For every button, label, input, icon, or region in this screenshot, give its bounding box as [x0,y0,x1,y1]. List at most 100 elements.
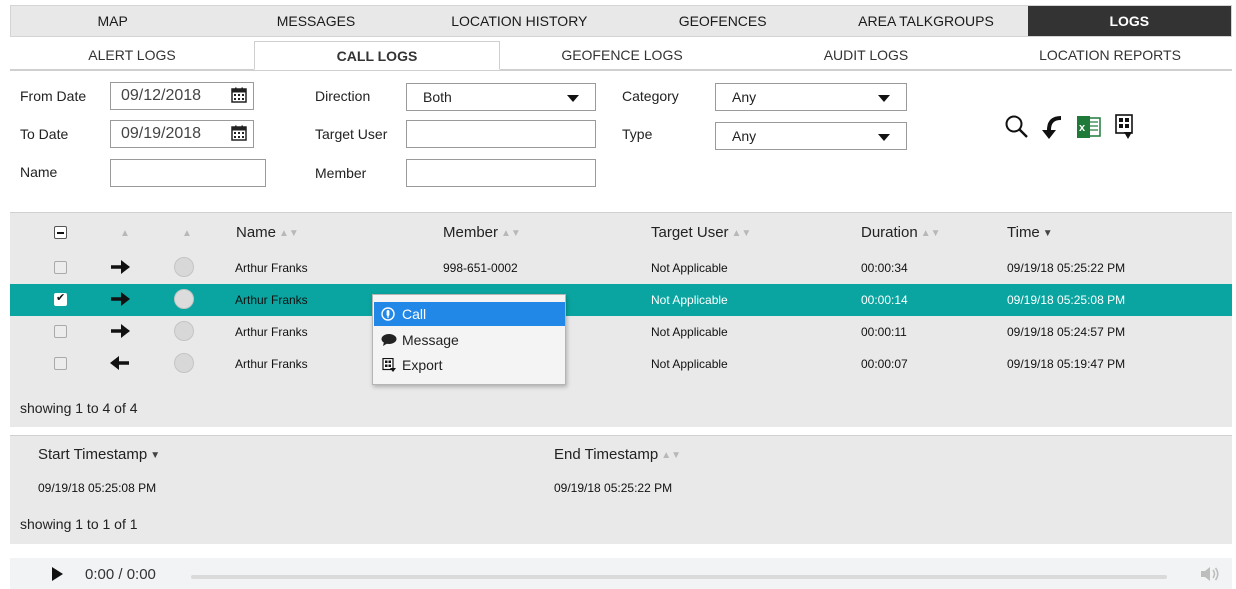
name-column-label: Name [236,224,277,241]
name-input[interactable] [110,159,266,187]
sort-icon: ▲▼ [501,227,521,239]
from-date-label: From Date [20,88,87,104]
volume-icon[interactable] [1200,565,1220,583]
calendar-icon[interactable] [231,125,247,141]
svg-text:x: x [1079,122,1086,134]
chevron-down-icon [878,134,890,141]
type-label: Type [622,126,653,142]
tab-geofence-logs[interactable]: GEOFENCE LOGS [500,41,744,70]
tab-logs[interactable]: LOGS [1027,6,1231,36]
tab-map[interactable]: MAP [11,6,214,36]
timestamp-table: Start Timestamp ▼ End Timestamp ▲▼ 09/19/1… [10,435,1232,544]
tab-geofences[interactable]: GEOFENCES [621,6,824,36]
row-checkbox[interactable] [54,325,67,338]
tab-messages[interactable]: MESSAGES [214,6,417,36]
table-row[interactable]: Arthur Franks Not Applicable 00:00:11 09… [10,316,1232,348]
tab-call-logs[interactable]: CALL LOGS [254,41,500,70]
member-column-label: Member [443,224,499,241]
context-menu-message[interactable]: Message [374,328,565,352]
target-user-input[interactable] [406,120,596,148]
message-icon [381,334,397,346]
row-duration: 00:00:14 [861,293,908,307]
member-label: Member [315,165,367,181]
duration-column-header[interactable]: Duration ▲▼ [861,224,941,241]
context-menu-message-label: Message [402,332,459,348]
playback-progress-bar[interactable] [191,575,1167,579]
tab-alert-logs[interactable]: ALERT LOGS [10,41,254,70]
row-member: 998-651-0002 [443,261,518,275]
end-timestamp-column-header[interactable]: End Timestamp ▲▼ [554,446,681,463]
name-column-header[interactable]: Name ▲▼ [236,224,299,241]
select-all-checkbox[interactable] [54,226,67,239]
filter-actions: x [1002,112,1140,142]
tab-area-talkgroups[interactable]: AREA TALKGROUPS [824,6,1027,36]
tab-location-history[interactable]: LOCATION HISTORY [418,6,621,36]
time-column-header[interactable]: Time ▼ [1007,224,1053,241]
search-icon[interactable] [1002,112,1032,142]
table-row-selected[interactable]: Arthur Franks Not Applicable 00:00:14 09… [10,284,1232,316]
outgoing-arrow-icon [111,324,130,338]
row-time: 09/19/18 05:19:47 PM [1007,357,1126,371]
row-target-user: Not Applicable [651,293,728,307]
context-menu-call-label: Call [402,306,427,322]
table-row[interactable]: Arthur Franks Not Applicable 00:00:07 09… [10,348,1232,380]
row-checkbox[interactable] [54,291,67,306]
main-tab-bar: MAP MESSAGES LOCATION HISTORY GEOFENCES … [10,5,1232,37]
row-name: Arthur Franks [235,357,308,371]
name-label: Name [20,164,58,180]
row-target-user: Not Applicable [651,357,728,371]
member-column-header[interactable]: Member ▲▼ [443,224,521,241]
pdf-export-icon[interactable] [1110,112,1140,142]
type-sort-icon[interactable]: ▲ [179,224,192,241]
logs-sub-tab-bar: ALERT LOGS CALL LOGS GEOFENCE LOGS AUDIT… [10,41,1232,71]
chevron-down-icon [567,95,579,102]
row-time: 09/19/18 05:25:22 PM [1007,261,1126,275]
call-log-table: ▲ ▲ Name ▲▼ Member ▲▼ Target User ▲▼ Durati… [10,212,1232,427]
calendar-icon[interactable] [231,87,247,103]
direction-select[interactable]: Both [406,83,596,111]
row-time: 09/19/18 05:24:57 PM [1007,325,1126,339]
row-duration: 00:00:34 [861,261,908,275]
category-select[interactable]: Any [715,83,907,111]
user-avatar-icon [174,321,194,341]
table-row[interactable]: Arthur Franks 998-651-0002 Not Applicabl… [10,252,1232,284]
row-duration: 00:00:07 [861,357,908,371]
category-value: Any [732,89,757,105]
back-icon[interactable] [1038,112,1068,142]
row-checkbox[interactable] [54,357,67,370]
context-menu-call[interactable]: Call [374,302,565,326]
context-menu-export[interactable]: Export [374,353,565,377]
target-user-column-label: Target User [651,224,729,241]
user-avatar-icon [174,353,194,373]
row-name: Arthur Franks [235,325,308,339]
direction-label: Direction [315,88,371,104]
minus-icon [57,232,64,234]
row-start-timestamp: 09/19/18 05:25:08 PM [38,481,157,495]
sort-icon: ▲▼ [279,227,299,239]
row-checkbox[interactable] [54,261,67,274]
from-date-field[interactable]: 09/12/2018 [110,82,254,110]
user-avatar-icon [174,289,194,309]
sort-icon: ▲▼ [920,227,941,239]
direction-sort-icon[interactable]: ▲ [117,224,130,241]
category-label: Category [622,88,679,104]
target-user-column-header[interactable]: Target User ▲▼ [651,224,751,241]
row-context-menu: Call Message Export [372,294,566,385]
chevron-down-icon [878,95,890,102]
to-date-value: 09/19/2018 [121,125,202,142]
excel-export-icon[interactable]: x [1074,112,1104,142]
outgoing-arrow-icon [111,292,130,306]
type-select[interactable]: Any [715,122,907,150]
sort-desc-icon: ▼ [150,449,161,461]
tab-audit-logs[interactable]: AUDIT LOGS [744,41,988,70]
type-value: Any [732,128,757,144]
target-user-label: Target User [315,126,388,142]
start-timestamp-column-header[interactable]: Start Timestamp ▼ [38,446,160,463]
tab-location-reports[interactable]: LOCATION REPORTS [988,41,1232,70]
call-table-pagination: showing 1 to 4 of 4 [20,400,138,416]
play-icon[interactable] [52,567,63,581]
start-timestamp-label: Start Timestamp [38,446,148,463]
row-target-user: Not Applicable [651,325,728,339]
member-input[interactable] [406,159,596,187]
to-date-field[interactable]: 09/19/2018 [110,120,254,148]
